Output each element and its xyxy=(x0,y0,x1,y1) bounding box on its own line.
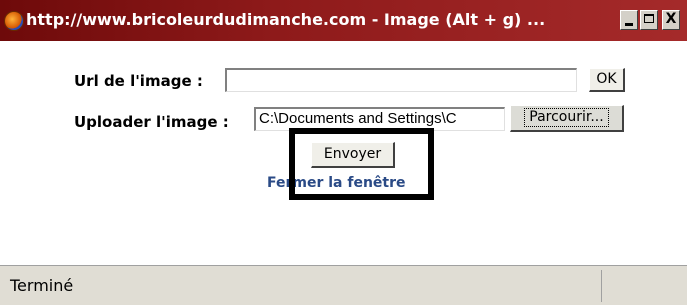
status-bar: Terminé xyxy=(0,265,687,305)
browse-button[interactable]: Parcourir... xyxy=(510,105,624,132)
ok-button[interactable]: OK xyxy=(589,68,625,92)
window-title: http://www.bricoleurdudimanche.com - Ima… xyxy=(26,10,546,29)
minimize-icon xyxy=(625,23,633,26)
firefox-icon xyxy=(4,11,24,31)
maximize-button[interactable] xyxy=(640,10,658,30)
close-button[interactable]: X xyxy=(662,10,680,30)
status-divider xyxy=(601,270,602,302)
dialog-content: Url de l'image : OK Uploader l'image : C… xyxy=(0,41,687,265)
close-icon: X xyxy=(665,11,677,27)
title-bar[interactable]: http://www.bricoleurdudimanche.com - Ima… xyxy=(0,0,687,41)
maximize-icon xyxy=(644,14,654,23)
minimize-button[interactable] xyxy=(620,10,638,30)
status-text: Terminé xyxy=(10,276,74,295)
upload-label: Uploader l'image : xyxy=(74,113,229,131)
browse-button-label: Parcourir... xyxy=(524,108,609,127)
url-label: Url de l'image : xyxy=(74,72,203,90)
url-input[interactable] xyxy=(225,68,577,92)
annotation-highlight-box xyxy=(289,128,434,200)
